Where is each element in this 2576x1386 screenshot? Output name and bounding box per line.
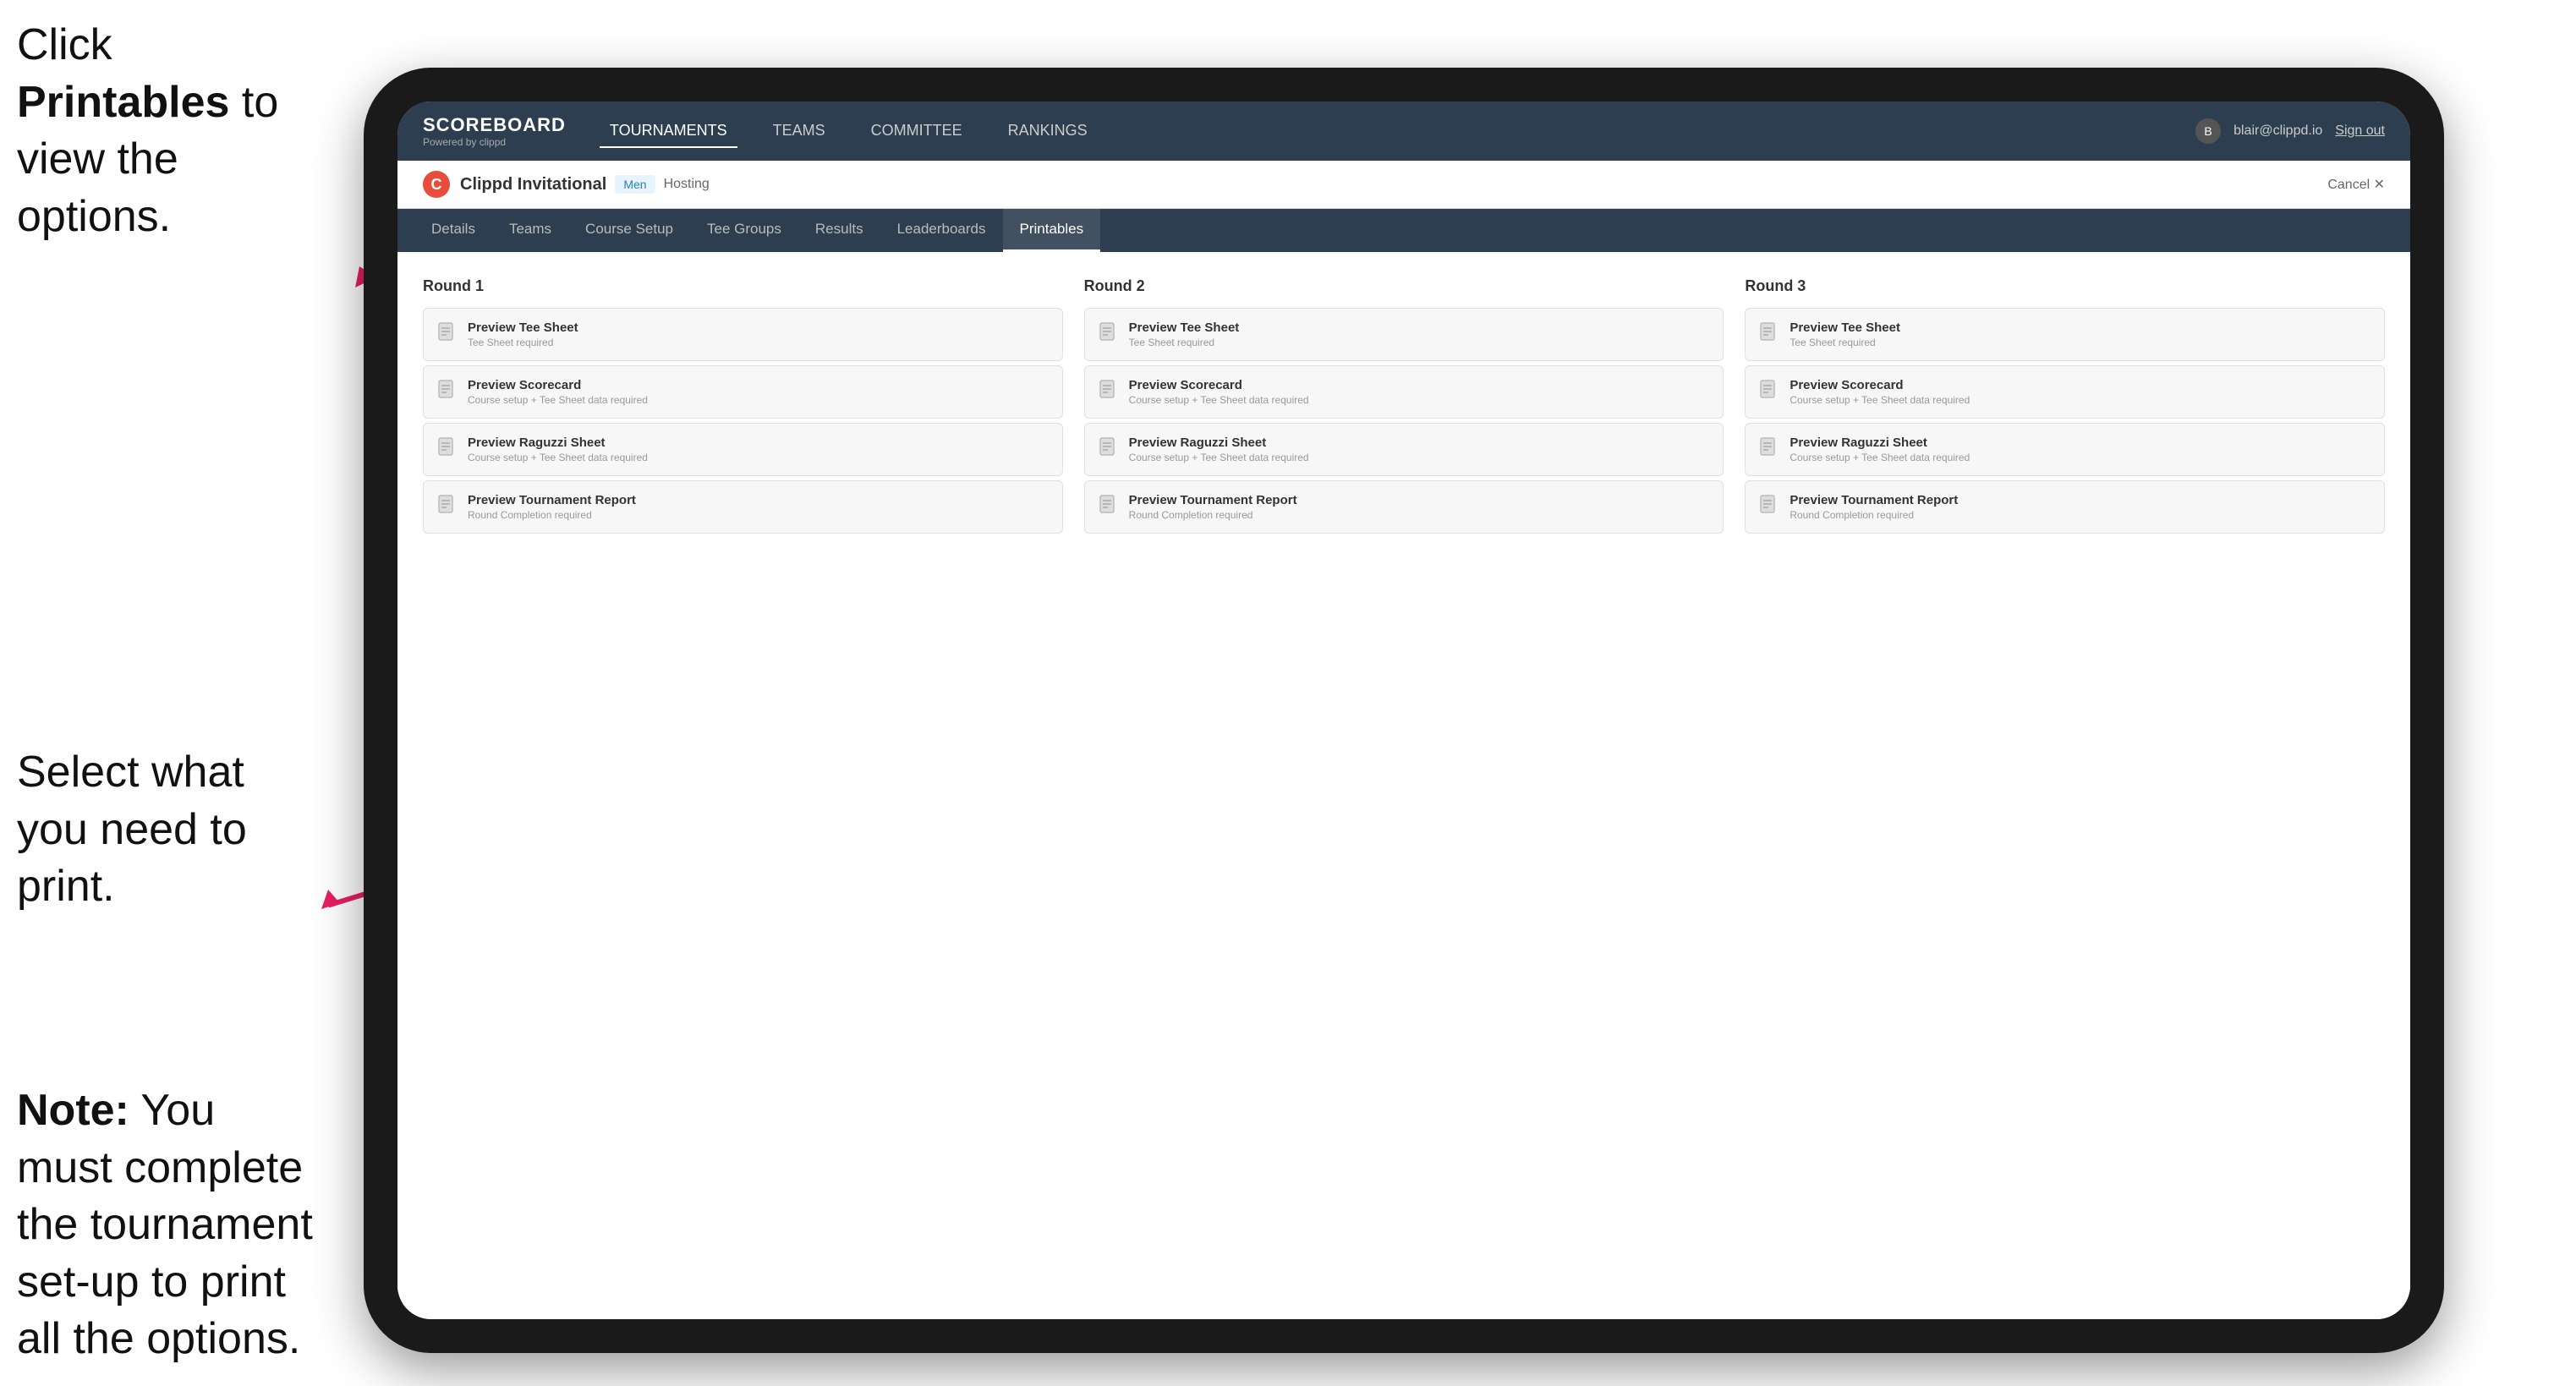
tablet-device: SCOREBOARD Powered by clippd TOURNAMENTS… <box>364 68 2444 1353</box>
rounds-grid: Round 1 <box>423 277 2385 534</box>
r2-scorecard-sub: Course setup + Tee Sheet data required <box>1129 394 1309 406</box>
r3-tournament-report-title: Preview Tournament Report <box>1789 493 1958 507</box>
r3-scorecard-icon <box>1759 380 1779 403</box>
round-3-title: Round 3 <box>1745 277 2385 295</box>
top-nav-links: TOURNAMENTS TEAMS COMMITTEE RANKINGS <box>600 115 2195 148</box>
r1-tee-sheet-sub: Tee Sheet required <box>468 337 578 348</box>
r3-scorecard-card[interactable]: Preview Scorecard Course setup + Tee She… <box>1745 365 2385 419</box>
r3-tournament-report-sub: Round Completion required <box>1789 509 1958 521</box>
r1-scorecard-sub: Course setup + Tee Sheet data required <box>468 394 648 406</box>
top-nav: SCOREBOARD Powered by clippd TOURNAMENTS… <box>397 101 2410 161</box>
r3-tee-sheet-card[interactable]: Preview Tee Sheet Tee Sheet required <box>1745 308 2385 361</box>
r2-scorecard-title: Preview Scorecard <box>1129 378 1309 392</box>
round-2-cards: Preview Tee Sheet Tee Sheet required Pre… <box>1084 308 1724 534</box>
round-3-cards: Preview Tee Sheet Tee Sheet required Pre… <box>1745 308 2385 534</box>
tab-tee-groups[interactable]: Tee Groups <box>690 209 798 252</box>
round-3-section: Round 3 Preview Tee Sheet Tee Sheet requ… <box>1745 277 2385 534</box>
note-bold: Note: <box>17 1086 129 1135</box>
r3-tournament-report-card[interactable]: Preview Tournament Report Round Completi… <box>1745 480 2385 534</box>
brand-title: SCOREBOARD <box>423 114 566 136</box>
tab-printables[interactable]: Printables <box>1003 209 1101 252</box>
r1-scorecard-card[interactable]: Preview Scorecard Course setup + Tee She… <box>423 365 1063 419</box>
r1-tournament-report-sub: Round Completion required <box>468 509 636 521</box>
tournament-bar: C Clippd Invitational Men Hosting Cancel… <box>397 161 2410 209</box>
r2-tee-sheet-icon <box>1099 322 1119 346</box>
r2-tournament-report-card[interactable]: Preview Tournament Report Round Completi… <box>1084 480 1724 534</box>
tab-results[interactable]: Results <box>798 209 880 252</box>
printables-bold: Printables <box>17 78 229 127</box>
r1-tee-sheet-card[interactable]: Preview Tee Sheet Tee Sheet required <box>423 308 1063 361</box>
round-1-title: Round 1 <box>423 277 1063 295</box>
r2-raguzzi-card[interactable]: Preview Raguzzi Sheet Course setup + Tee… <box>1084 423 1724 476</box>
r2-raguzzi-icon <box>1099 437 1119 461</box>
r3-scorecard-sub: Course setup + Tee Sheet data required <box>1789 394 1970 406</box>
tournament-name: Clippd Invitational <box>460 175 606 194</box>
sub-nav: Details Teams Course Setup Tee Groups Re… <box>397 209 2410 252</box>
r1-raguzzi-sub: Course setup + Tee Sheet data required <box>468 452 648 463</box>
tournament-hosting: Hosting <box>664 177 710 192</box>
tablet-screen: SCOREBOARD Powered by clippd TOURNAMENTS… <box>397 101 2410 1319</box>
r3-tee-sheet-sub: Tee Sheet required <box>1789 337 1900 348</box>
round-1-section: Round 1 <box>423 277 1063 534</box>
r2-raguzzi-title: Preview Raguzzi Sheet <box>1129 436 1309 450</box>
r2-tournament-report-sub: Round Completion required <box>1129 509 1297 521</box>
r1-scorecard-title: Preview Scorecard <box>468 378 648 392</box>
tournament-logo: C <box>423 171 450 198</box>
round-2-section: Round 2 Preview Tee Sheet Tee Sheet requ… <box>1084 277 1724 534</box>
brand: SCOREBOARD Powered by clippd <box>423 114 566 148</box>
raguzzi-icon <box>437 437 458 461</box>
r3-tee-sheet-title: Preview Tee Sheet <box>1789 320 1900 335</box>
r3-scorecard-title: Preview Scorecard <box>1789 378 1970 392</box>
r2-tee-sheet-sub: Tee Sheet required <box>1129 337 1240 348</box>
r2-tournament-report-icon <box>1099 495 1119 518</box>
nav-rankings[interactable]: RANKINGS <box>998 115 1098 148</box>
tee-sheet-icon <box>437 322 458 346</box>
r3-tee-sheet-icon <box>1759 322 1779 346</box>
annotation-mid: Select what you need to print. <box>17 744 304 916</box>
annotation-bottom: Note: You must complete the tournament s… <box>17 1082 321 1368</box>
tab-details[interactable]: Details <box>414 209 492 252</box>
round-1-cards: Preview Tee Sheet Tee Sheet required <box>423 308 1063 534</box>
user-avatar: B <box>2195 118 2221 144</box>
r2-tee-sheet-title: Preview Tee Sheet <box>1129 320 1240 335</box>
r1-raguzzi-title: Preview Raguzzi Sheet <box>468 436 648 450</box>
r2-raguzzi-sub: Course setup + Tee Sheet data required <box>1129 452 1309 463</box>
r3-raguzzi-title: Preview Raguzzi Sheet <box>1789 436 1970 450</box>
tournament-report-icon <box>437 495 458 518</box>
sign-out-link[interactable]: Sign out <box>2335 123 2385 139</box>
tab-teams[interactable]: Teams <box>492 209 568 252</box>
cancel-button[interactable]: Cancel ✕ <box>2327 176 2385 193</box>
nav-teams[interactable]: TEAMS <box>763 115 836 148</box>
round-2-title: Round 2 <box>1084 277 1724 295</box>
nav-committee[interactable]: COMMITTEE <box>861 115 973 148</box>
r2-scorecard-card[interactable]: Preview Scorecard Course setup + Tee She… <box>1084 365 1724 419</box>
r1-tournament-report-title: Preview Tournament Report <box>468 493 636 507</box>
r2-tee-sheet-card[interactable]: Preview Tee Sheet Tee Sheet required <box>1084 308 1724 361</box>
brand-sub: Powered by clippd <box>423 136 566 148</box>
nav-tournaments[interactable]: TOURNAMENTS <box>600 115 737 148</box>
r3-tournament-report-icon <box>1759 495 1779 518</box>
r1-tee-sheet-title: Preview Tee Sheet <box>468 320 578 335</box>
tournament-badge: Men <box>615 175 655 194</box>
r3-raguzzi-icon <box>1759 437 1779 461</box>
r1-raguzzi-card[interactable]: Preview Raguzzi Sheet Course setup + Tee… <box>423 423 1063 476</box>
tab-leaderboards[interactable]: Leaderboards <box>880 209 1003 252</box>
r2-tournament-report-title: Preview Tournament Report <box>1129 493 1297 507</box>
r1-tournament-report-card[interactable]: Preview Tournament Report Round Completi… <box>423 480 1063 534</box>
annotation-top: Click Printables to view the options. <box>17 17 288 245</box>
main-content: Round 1 <box>397 252 2410 1319</box>
top-nav-right: B blair@clippd.io Sign out <box>2195 118 2385 144</box>
tab-course-setup[interactable]: Course Setup <box>568 209 690 252</box>
r3-raguzzi-card[interactable]: Preview Raguzzi Sheet Course setup + Tee… <box>1745 423 2385 476</box>
user-email: blair@clippd.io <box>2233 123 2322 139</box>
r2-scorecard-icon <box>1099 380 1119 403</box>
r3-raguzzi-sub: Course setup + Tee Sheet data required <box>1789 452 1970 463</box>
scorecard-icon <box>437 380 458 403</box>
